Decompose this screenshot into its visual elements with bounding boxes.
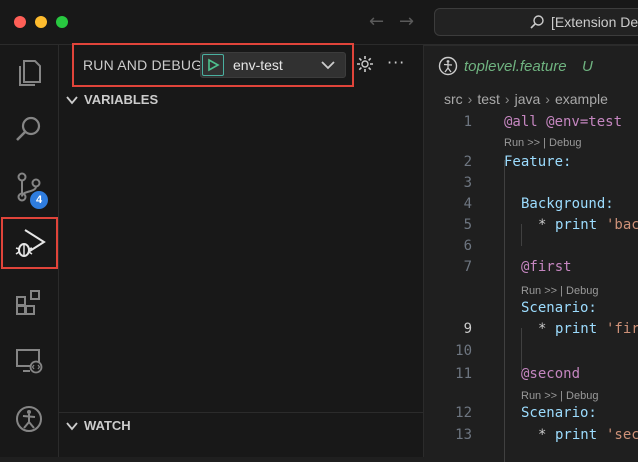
code-line: 6 bbox=[424, 238, 638, 259]
run-debug-icon bbox=[15, 229, 46, 257]
close-window-button[interactable] bbox=[14, 16, 26, 28]
line-number: 12 bbox=[455, 405, 472, 421]
title-bar: ← → [Extension De bbox=[0, 0, 638, 45]
scm-badge: 4 bbox=[30, 191, 48, 209]
breadcrumb-item[interactable]: src bbox=[444, 91, 463, 107]
step-star: * bbox=[538, 427, 547, 443]
watch-section-header[interactable]: WATCH bbox=[66, 418, 131, 433]
tab-title: toplevel.feature bbox=[464, 58, 567, 75]
tab-toplevel-feature[interactable]: toplevel.feature U bbox=[424, 45, 638, 86]
line-number: 13 bbox=[455, 427, 472, 443]
chevron-down-icon bbox=[66, 421, 78, 430]
code-line: 9 * print 'fir bbox=[424, 321, 638, 342]
breadcrumb-item[interactable]: example bbox=[555, 91, 608, 107]
breadcrumb-item[interactable]: java bbox=[515, 91, 541, 107]
extensions-icon bbox=[16, 290, 40, 315]
code-line: 13 * print 'sec bbox=[424, 427, 638, 448]
code-line: 4 Background: bbox=[424, 196, 638, 217]
remote-explorer-icon bbox=[16, 349, 43, 374]
variables-label: VARIABLES bbox=[84, 92, 159, 107]
activity-search[interactable] bbox=[0, 103, 58, 155]
sidebar-title: RUN AND DEBUG bbox=[83, 57, 203, 73]
line-number: 10 bbox=[455, 343, 472, 359]
more-actions-icon[interactable]: ··· bbox=[387, 53, 405, 72]
zoom-window-button[interactable] bbox=[56, 16, 68, 28]
command-center-text: [Extension De bbox=[551, 14, 638, 30]
breadcrumb-item[interactable]: test bbox=[477, 91, 500, 107]
step-keyword: print bbox=[555, 321, 598, 337]
code-line: 10 bbox=[424, 343, 638, 364]
codelens-run-debug[interactable]: Run >> | Debug bbox=[521, 285, 598, 297]
line-number: 6 bbox=[463, 238, 472, 254]
watch-label: WATCH bbox=[84, 418, 131, 433]
code-text: @all @env=test bbox=[504, 114, 623, 130]
play-icon bbox=[208, 58, 220, 72]
line-number: 4 bbox=[463, 196, 472, 212]
minimize-window-button[interactable] bbox=[35, 16, 47, 28]
activity-cucumber[interactable] bbox=[0, 393, 58, 445]
codelens-run-debug[interactable]: Run >> | Debug bbox=[521, 390, 598, 402]
launch-config-dropdown[interactable]: env-test bbox=[200, 52, 346, 78]
code-text: @second bbox=[521, 366, 581, 382]
tab-untracked-status: U bbox=[582, 58, 593, 75]
chevron-right-icon: › bbox=[504, 91, 510, 107]
activity-explorer[interactable] bbox=[0, 47, 58, 99]
line-number: 1 bbox=[463, 114, 472, 130]
line-number: 9 bbox=[463, 321, 472, 337]
chevron-right-icon: › bbox=[467, 91, 473, 107]
code-line: Scenario: bbox=[424, 300, 638, 321]
step-string: 'fir bbox=[606, 321, 638, 337]
step-star: * bbox=[538, 321, 547, 337]
code-line: 7 @first bbox=[424, 259, 638, 280]
activity-run-debug[interactable] bbox=[1, 217, 58, 269]
code-line: 11 @second bbox=[424, 366, 638, 387]
step-keyword: print bbox=[555, 427, 598, 443]
code-line: 5 * print 'bac bbox=[424, 217, 638, 238]
code-text: Scenario: bbox=[521, 300, 597, 316]
step-star: * bbox=[538, 217, 547, 233]
gear-icon[interactable] bbox=[356, 55, 374, 73]
back-arrow-icon[interactable]: ← bbox=[369, 11, 384, 32]
breadcrumb: src › test › java › example bbox=[444, 91, 608, 107]
code-text: @first bbox=[521, 259, 572, 275]
start-debugging-button[interactable] bbox=[202, 54, 224, 76]
cucumber-file-icon bbox=[438, 56, 458, 76]
activity-source-control[interactable]: 4 bbox=[0, 161, 58, 213]
step-keyword: print bbox=[555, 217, 598, 233]
line-number: 5 bbox=[463, 217, 472, 233]
launch-config-value: env-test bbox=[233, 57, 283, 73]
code-line: 1 @all @env=test bbox=[424, 114, 638, 135]
search-icon bbox=[530, 15, 544, 29]
forward-arrow-icon[interactable]: → bbox=[399, 11, 414, 32]
activity-bar: 4 bbox=[0, 45, 59, 457]
cucumber-icon bbox=[16, 406, 42, 432]
activity-extensions[interactable] bbox=[0, 277, 58, 329]
line-number: 11 bbox=[455, 366, 472, 382]
code-line: 3 bbox=[424, 175, 638, 196]
line-number: 7 bbox=[463, 259, 472, 275]
search-icon bbox=[16, 116, 41, 141]
code-text: Scenario: bbox=[521, 405, 597, 421]
explorer-icon bbox=[19, 60, 41, 86]
activity-remote-explorer[interactable] bbox=[0, 335, 58, 387]
chevron-down-icon bbox=[321, 61, 335, 70]
chevron-right-icon: › bbox=[545, 91, 550, 107]
code-line: 12 Scenario: bbox=[424, 405, 638, 426]
step-string: 'sec bbox=[606, 427, 638, 443]
variables-section-header[interactable]: VARIABLES bbox=[66, 92, 158, 107]
line-number: 2 bbox=[463, 154, 472, 170]
step-string: 'bac bbox=[606, 217, 638, 233]
codelens-run-debug[interactable]: Run >> | Debug bbox=[504, 137, 581, 149]
code-line: 2 Feature: bbox=[424, 154, 638, 175]
code-text: Background: bbox=[521, 196, 614, 212]
watch-divider bbox=[59, 412, 423, 413]
command-center[interactable]: [Extension De bbox=[434, 8, 638, 36]
chevron-down-icon bbox=[66, 95, 78, 104]
code-text: Feature: bbox=[504, 154, 572, 170]
line-number: 3 bbox=[463, 175, 472, 191]
